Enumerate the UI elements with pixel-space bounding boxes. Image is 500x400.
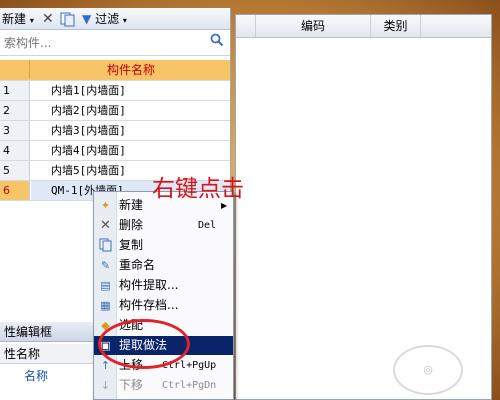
component-name-cell[interactable]: 内墙4[内墙面] xyxy=(31,141,230,160)
menu-item-label: 重命名 xyxy=(119,258,156,272)
grid-header: 构件名称 xyxy=(0,60,230,81)
menu-item-archive-component[interactable]: ▦ 构件存档... xyxy=(94,296,233,315)
row-number: 2 xyxy=(0,101,30,120)
property-row-name[interactable]: 名称 xyxy=(0,366,95,386)
menu-item-label: 构件存档... xyxy=(119,298,179,312)
search-row xyxy=(0,30,230,56)
menu-item-extract-component[interactable]: ▤ 构件提取... xyxy=(94,276,233,295)
menu-item-rename[interactable]: ✎ 重命名 xyxy=(94,256,233,275)
table-row[interactable]: 1 内墙1[内墙面] xyxy=(0,81,230,101)
row-number: 6 xyxy=(0,181,30,200)
menu-item-delete[interactable]: ✕ 删除 Del xyxy=(94,216,233,235)
table-row[interactable]: 4 内墙4[内墙面] xyxy=(0,141,230,161)
context-menu: ✦ 新建 ▶ ✕ 删除 Del 复制 ✎ 重命名 ▤ 构件提取... ▦ 构件存… xyxy=(93,191,234,400)
component-name-cell[interactable]: 内墙2[内墙面] xyxy=(31,101,230,120)
table-row[interactable]: 3 内墙3[内墙面] xyxy=(0,121,230,141)
menu-shortcut: Del xyxy=(198,220,217,231)
annotation-right-click: 右键点击 xyxy=(152,176,244,202)
row-number: 1 xyxy=(0,81,30,100)
delete-icon[interactable]: ✕ xyxy=(42,11,54,27)
archive-icon: ▦ xyxy=(100,299,111,312)
menu-item-label: 删除 xyxy=(119,218,144,232)
rename-icon: ✎ xyxy=(100,259,111,272)
new-button[interactable]: 新建 ▾ xyxy=(2,11,34,27)
menu-shortcut: Ctrl+PgDn xyxy=(162,380,217,391)
highlight-ellipse xyxy=(98,319,190,369)
copy-icon[interactable] xyxy=(60,11,76,27)
property-name-column-header[interactable]: 性名称 xyxy=(0,344,95,364)
menu-item-move-down[interactable]: ↓ 下移 Ctrl+PgDn xyxy=(94,376,233,395)
row-number: 4 xyxy=(0,141,30,160)
search-icon[interactable] xyxy=(207,33,227,52)
search-input[interactable] xyxy=(2,33,206,52)
filter-button[interactable]: ▼ 过滤 ▾ xyxy=(82,11,127,27)
menu-item-label: 下移 xyxy=(119,378,144,392)
menu-item-label: 新建 xyxy=(119,198,144,212)
menu-item-label: 构件提取... xyxy=(119,278,179,292)
toolbar: 新建 ▾ ✕ ▼ 过滤 ▾ xyxy=(0,8,230,30)
menu-item-copy[interactable]: 复制 xyxy=(94,236,233,255)
menu-item-label: 复制 xyxy=(119,238,144,252)
column-header-code[interactable]: 编码 xyxy=(256,15,371,37)
row-number: 3 xyxy=(0,121,30,140)
property-editor-title: 性编辑框 xyxy=(0,322,95,342)
row-number-header xyxy=(0,60,30,79)
copy-icon xyxy=(98,238,113,253)
filter-icon: ▼ xyxy=(82,12,92,26)
property-editor-panel: 性编辑框 性名称 名称 xyxy=(0,322,95,400)
arrow-down-icon: ↓ xyxy=(100,379,111,392)
new-icon: ✦ xyxy=(100,199,111,212)
detail-panel: 编码 类别 xyxy=(235,14,492,400)
detail-grid-header: 编码 类别 xyxy=(236,15,491,38)
table-row[interactable]: 2 内墙2[内墙面] xyxy=(0,101,230,121)
watermark-logo: ◎ xyxy=(393,345,463,395)
row-number-header xyxy=(236,15,256,37)
dropdown-arrow-icon: ▾ xyxy=(122,16,127,25)
column-header-type[interactable]: 类别 xyxy=(371,15,421,37)
delete-icon: ✕ xyxy=(100,218,111,233)
filter-button-label: 过滤 xyxy=(95,12,120,26)
row-number: 5 xyxy=(0,161,30,180)
extract-icon: ▤ xyxy=(100,279,111,292)
new-button-label: 新建 xyxy=(2,12,27,26)
component-name-cell[interactable]: 内墙3[内墙面] xyxy=(31,121,230,140)
component-name-cell[interactable]: 内墙1[内墙面] xyxy=(31,81,230,100)
dropdown-arrow-icon: ▾ xyxy=(29,16,34,25)
column-header-name[interactable]: 构件名称 xyxy=(31,60,230,79)
